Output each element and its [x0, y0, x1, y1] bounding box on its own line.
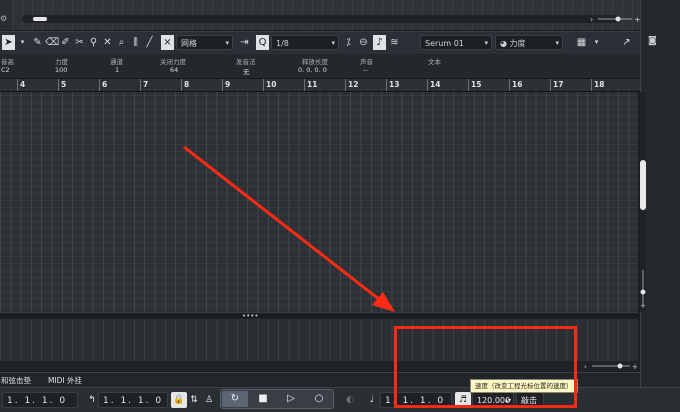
annotation-arrow: [183, 145, 395, 312]
annotation-arrow-line: [183, 145, 381, 302]
